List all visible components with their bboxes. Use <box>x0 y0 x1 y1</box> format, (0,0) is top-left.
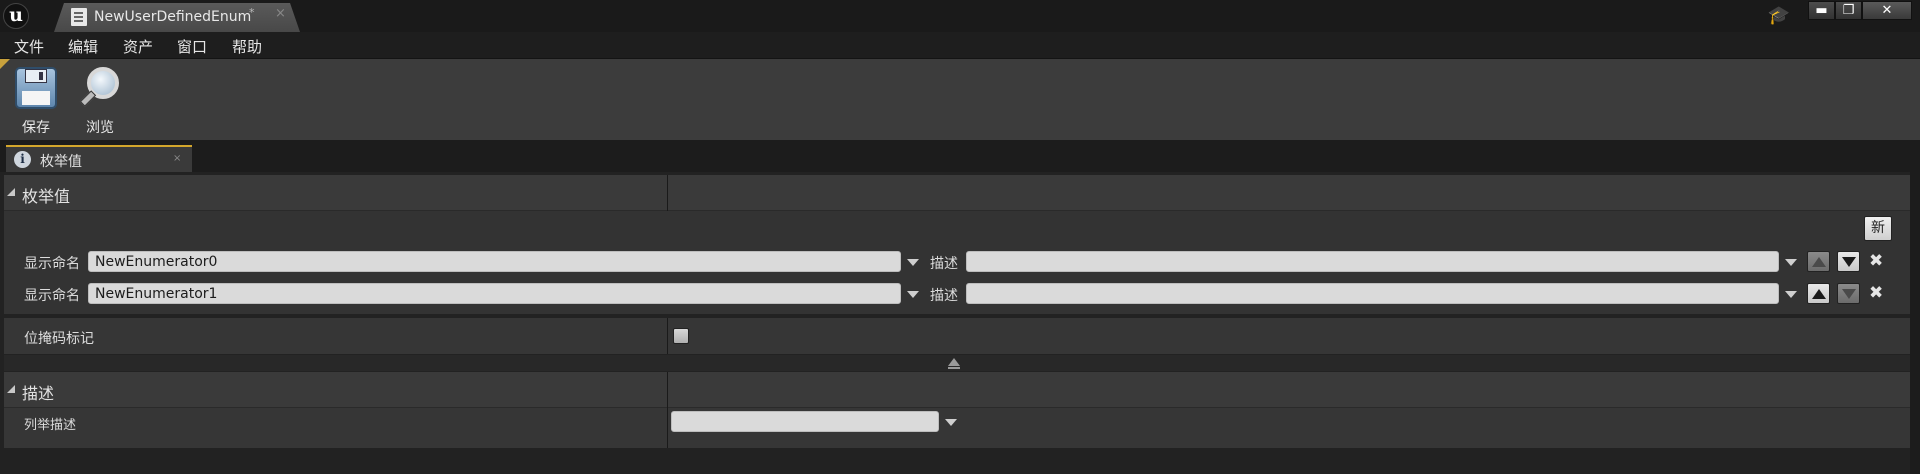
category-title: 描述 <box>22 384 55 403</box>
maximize-button[interactable]: ❐ <box>1835 1 1862 20</box>
magnifier-icon <box>78 67 122 111</box>
panel-tab-strip: i 枚举值 × <box>0 140 1920 172</box>
menu-file[interactable]: 文件 <box>14 36 44 57</box>
column-divider <box>667 408 668 448</box>
advanced-toggle-bar[interactable] <box>4 355 1910 371</box>
delete-enumerator-icon[interactable]: ✖ <box>1869 283 1883 303</box>
menu-edit[interactable]: 编辑 <box>68 36 98 57</box>
minimize-button[interactable]: ▬ <box>1808 1 1835 20</box>
category-title: 枚举值 <box>22 187 71 206</box>
column-divider <box>667 175 668 211</box>
unsaved-marker: * <box>249 6 255 19</box>
category-description-header[interactable]: 描述 <box>4 372 1910 408</box>
tab-close-icon[interactable]: × <box>173 153 181 164</box>
arrow-down-icon <box>1842 257 1856 267</box>
save-button[interactable]: 保存 <box>10 65 62 136</box>
save-label: 保存 <box>22 120 50 136</box>
title-bar: u NewUserDefinedEnum * × 🎓 ▬ ❐ ✕ <box>0 0 1920 32</box>
collapse-arrow-icon[interactable] <box>7 385 15 393</box>
toolbar: 保存 浏览 <box>0 58 1920 140</box>
description-input[interactable] <box>966 283 1779 304</box>
info-icon: i <box>14 151 31 168</box>
move-down-button[interactable] <box>1837 283 1860 304</box>
enum-description-input[interactable] <box>671 411 939 432</box>
bitmask-checkbox[interactable] <box>673 328 689 344</box>
display-name-input[interactable]: NewEnumerator1 <box>88 283 901 304</box>
description-input[interactable] <box>966 251 1779 272</box>
graduation-cap-icon[interactable]: 🎓 <box>1766 4 1792 28</box>
chevron-down-icon[interactable] <box>1785 291 1797 298</box>
collapse-arrow-icon[interactable] <box>7 188 15 196</box>
bitmask-label: 位掩码标记 <box>24 331 94 347</box>
chevron-down-icon[interactable] <box>907 291 919 298</box>
tab-enumerators[interactable]: i 枚举值 × <box>6 145 192 172</box>
document-tab[interactable]: NewUserDefinedEnum <box>54 3 300 32</box>
move-up-button[interactable] <box>1807 251 1830 272</box>
display-name-input[interactable]: NewEnumerator0 <box>88 251 901 272</box>
display-name-label: 显示命名 <box>24 288 80 304</box>
menu-help[interactable]: 帮助 <box>232 36 262 57</box>
browse-label: 浏览 <box>86 120 114 136</box>
move-down-button[interactable] <box>1837 251 1860 272</box>
bitmask-row <box>4 318 1910 354</box>
category-enumerators-header[interactable]: 枚举值 <box>4 175 1910 211</box>
document-tab-title: NewUserDefinedEnum <box>94 9 252 25</box>
arrow-down-icon <box>1842 289 1856 299</box>
arrow-up-icon <box>1812 257 1826 267</box>
close-window-button[interactable]: ✕ <box>1862 1 1912 20</box>
delete-enumerator-icon[interactable]: ✖ <box>1869 251 1883 271</box>
chevron-down-icon[interactable] <box>1785 259 1797 266</box>
description-label: 描述 <box>930 288 958 304</box>
tab-close-icon[interactable]: × <box>275 6 286 21</box>
collapse-up-icon[interactable] <box>948 358 960 369</box>
enum-description-row <box>4 408 1910 448</box>
description-label: 描述 <box>930 256 958 272</box>
column-divider <box>667 372 668 408</box>
floppy-disk-icon <box>15 67 57 109</box>
chevron-down-icon[interactable] <box>945 419 957 426</box>
enum-description-label: 列举描述 <box>24 418 77 433</box>
menu-bar: 文件 编辑 资产 窗口 帮助 <box>0 32 1920 58</box>
arrow-up-icon <box>1812 289 1826 299</box>
move-up-button[interactable] <box>1807 283 1830 304</box>
browse-button[interactable]: 浏览 <box>74 65 126 136</box>
menu-asset[interactable]: 资产 <box>123 36 153 57</box>
new-enumerator-button[interactable]: 新 <box>1864 216 1892 241</box>
scrollbar[interactable] <box>1910 172 1920 474</box>
menu-window[interactable]: 窗口 <box>177 36 207 57</box>
tab-label: 枚举值 <box>40 154 82 170</box>
unreal-logo-icon[interactable]: u <box>3 3 29 29</box>
column-divider <box>667 318 668 354</box>
display-name-label: 显示命名 <box>24 256 80 272</box>
chevron-down-icon[interactable] <box>907 259 919 266</box>
enum-asset-icon <box>71 8 87 26</box>
